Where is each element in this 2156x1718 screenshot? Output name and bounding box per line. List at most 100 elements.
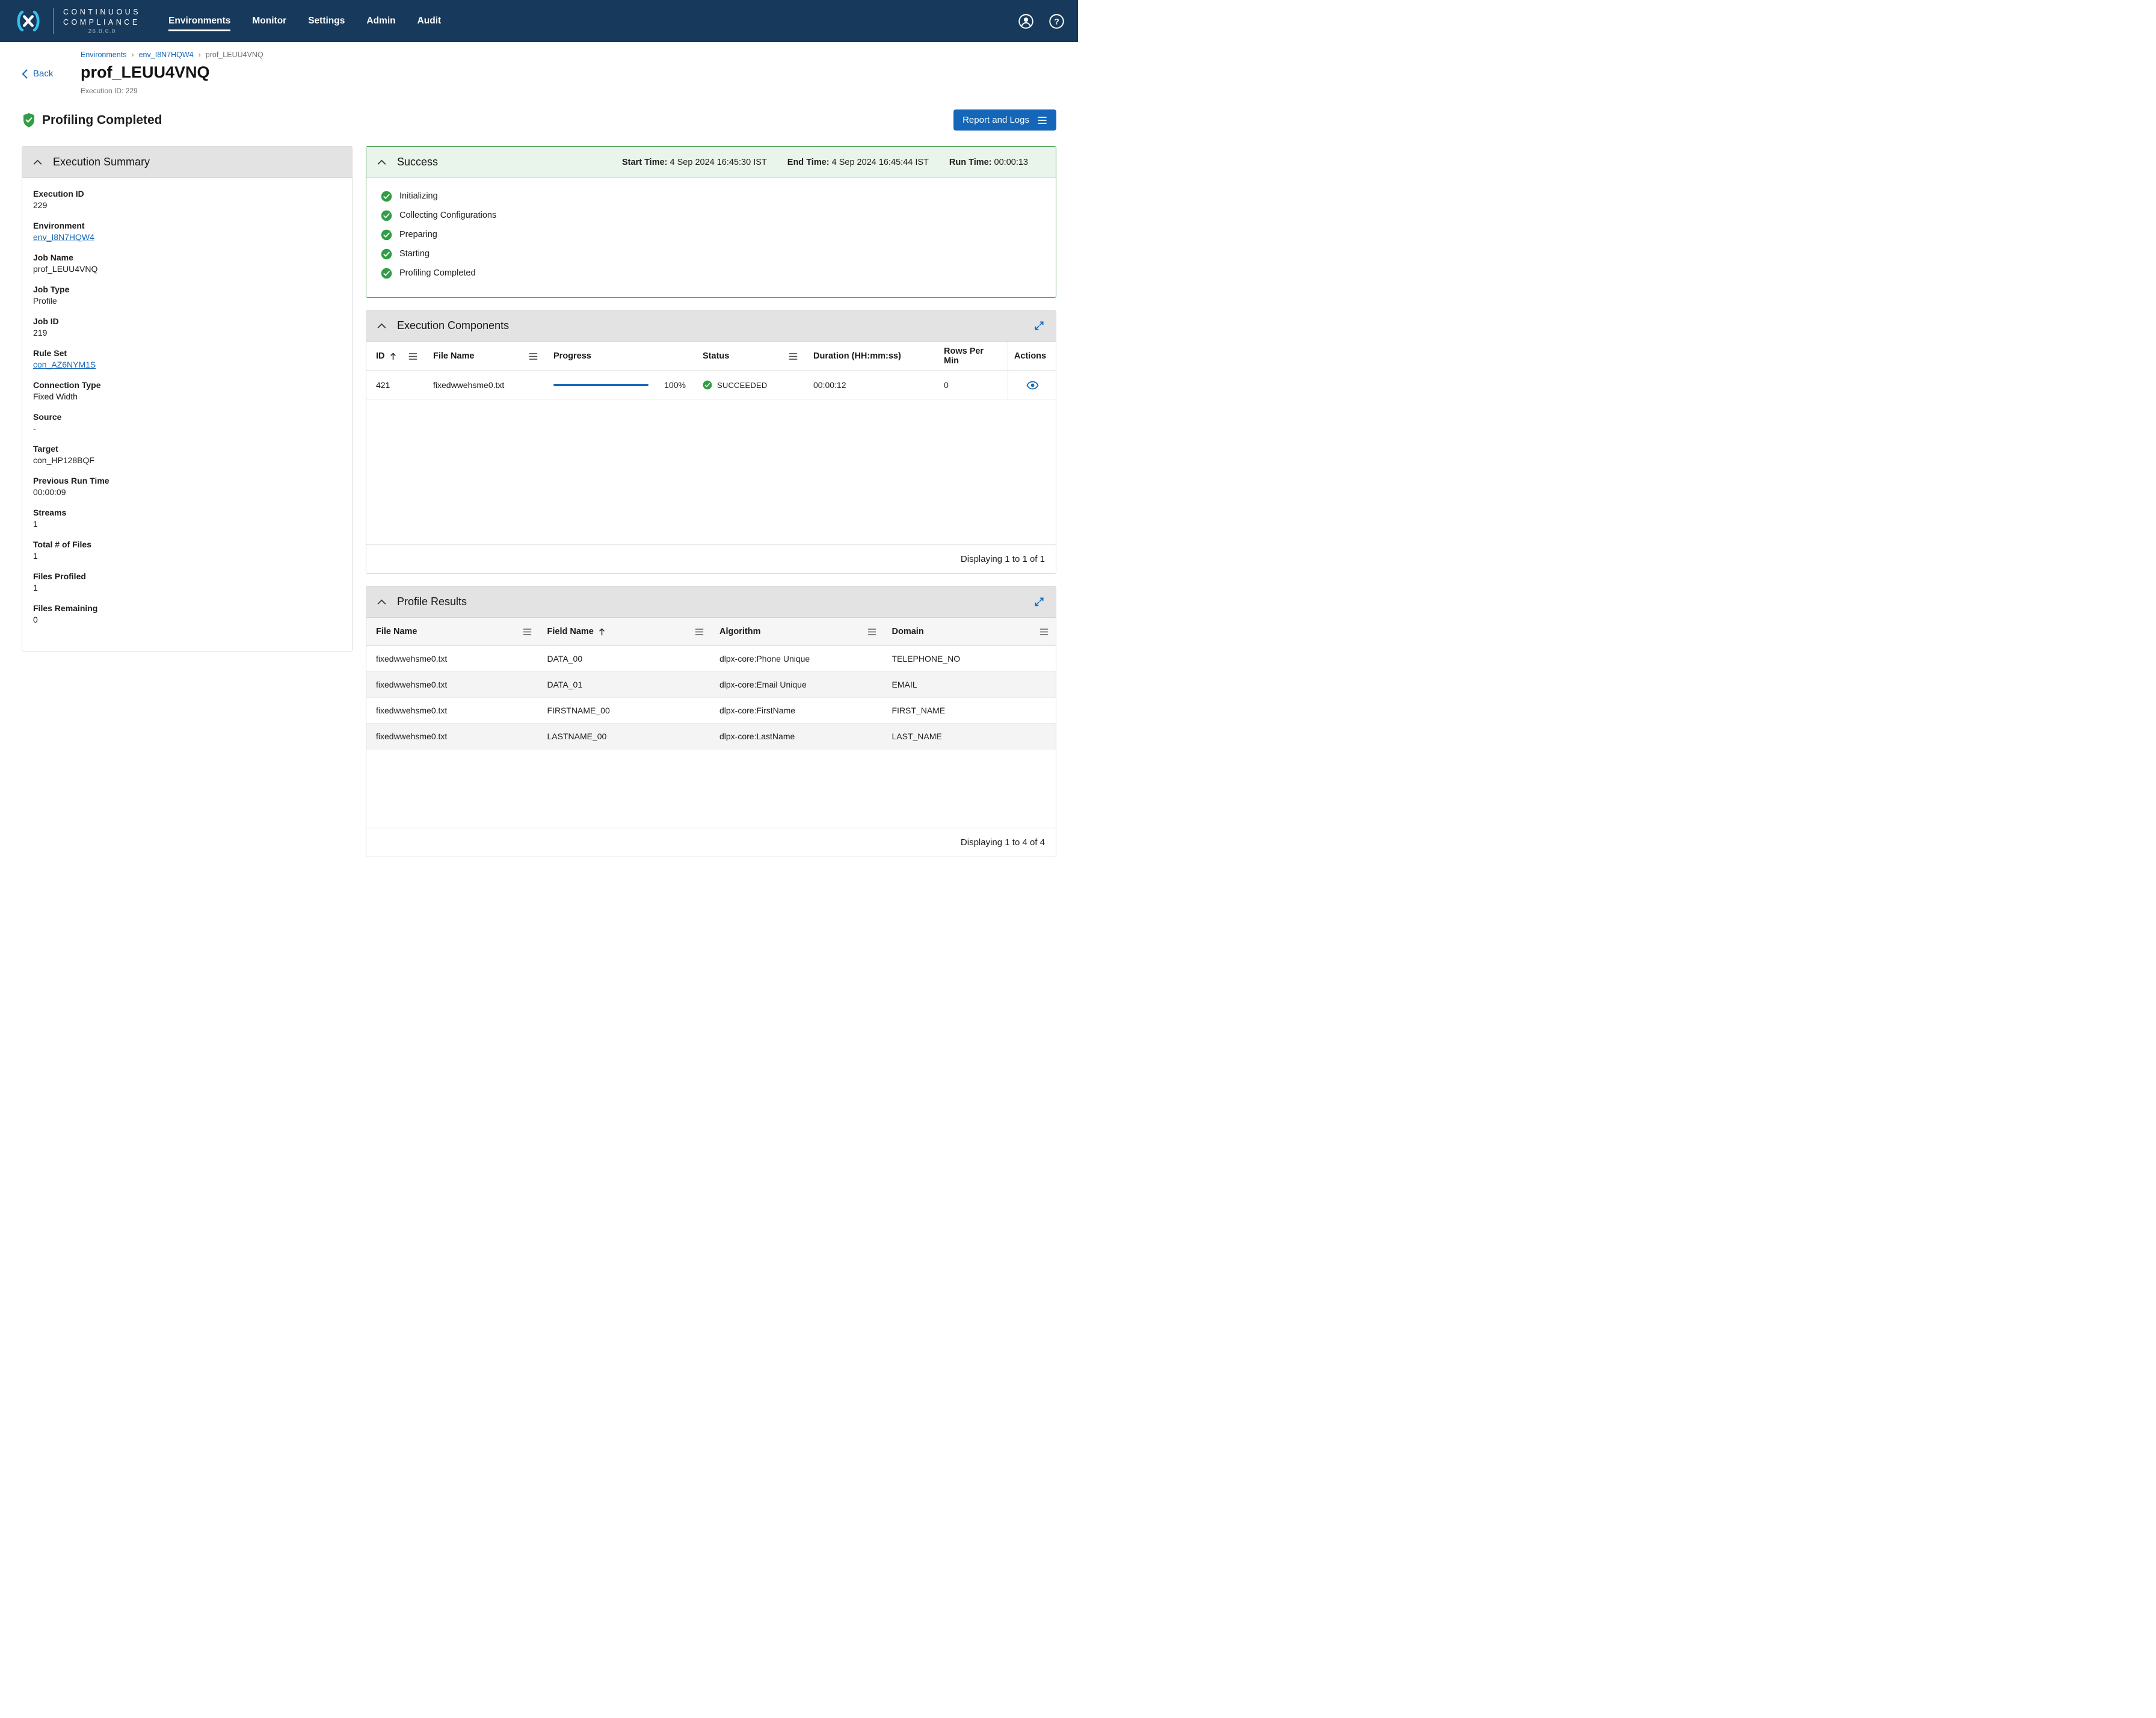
end-time: End Time: 4 Sep 2024 16:45:44 IST (787, 157, 929, 167)
sort-asc-icon[interactable] (599, 627, 605, 636)
column-header[interactable]: Rows Per Min (935, 342, 1008, 371)
expand-icon[interactable] (1033, 596, 1045, 608)
status-row: Profiling Completed Report and Logs (0, 109, 1078, 131)
breadcrumb: › Environments › env_I8N7HQW4 › prof_LEU… (81, 51, 1056, 59)
report-and-logs-button[interactable]: Report and Logs (953, 109, 1056, 131)
cell-algorithm: dlpx-core:Email Unique (719, 680, 807, 689)
column-menu-icon[interactable] (1040, 628, 1049, 636)
sort-asc-icon[interactable] (390, 352, 396, 360)
breadcrumb-link[interactable]: Environments (81, 51, 126, 59)
pagination-status: Displaying 1 to 4 of 4 (366, 828, 1056, 857)
column-header[interactable]: Actions (1008, 342, 1056, 371)
table-row: 421 fixedwwehsme0.txt 100% SUCCEEDED 00:… (366, 371, 1056, 399)
column-menu-icon[interactable] (523, 628, 532, 636)
column-menu-icon[interactable] (695, 628, 704, 636)
back-button[interactable]: Back (22, 69, 53, 79)
status-label: SUCCEEDED (717, 380, 768, 390)
cell-field-name: LASTNAME_00 (547, 731, 607, 741)
menu-icon (1038, 116, 1047, 124)
summary-field: Job ID 219 (33, 316, 341, 337)
brand-line1: CONTINUOUS (63, 8, 141, 17)
column-menu-icon[interactable] (789, 353, 798, 360)
column-header[interactable]: Status (694, 342, 805, 371)
brand-line2: COMPLIANCE (63, 17, 140, 26)
summary-field: Job Name prof_LEUU4VNQ (33, 253, 341, 274)
nav-item[interactable]: Monitor (252, 11, 286, 31)
chevron-up-icon[interactable] (377, 323, 386, 328)
column-header[interactable]: Duration (HH:mm:ss) (805, 342, 935, 371)
column-header[interactable]: Progress (545, 342, 694, 371)
check-circle-icon (703, 380, 712, 390)
expand-icon[interactable] (1033, 320, 1045, 331)
column-menu-icon[interactable] (867, 628, 876, 636)
execution-summary-header[interactable]: Execution Summary (22, 147, 352, 178)
delphix-logo[interactable] (13, 8, 43, 34)
breadcrumb-item: › Environments (81, 51, 126, 59)
execution-id-subtitle: Execution ID: 229 (81, 87, 138, 95)
cell-algorithm: dlpx-core:LastName (719, 731, 795, 741)
progress-bar (553, 384, 648, 386)
execution-components-header[interactable]: Execution Components (366, 310, 1056, 342)
help-icon[interactable]: ? (1049, 13, 1065, 29)
cell-algorithm: dlpx-core:Phone Unique (719, 654, 810, 663)
execution-summary-panel: Execution Summary Execution ID 229 Envir… (22, 146, 353, 651)
profile-results-rows: fixedwwehsme0.txt DATA_00 dlpx-core:Phon… (366, 646, 1056, 828)
execution-summary-body: Execution ID 229 Environment env_I8N7HQW… (22, 178, 352, 651)
column-header[interactable]: Domain (884, 618, 1056, 645)
eye-icon[interactable] (1026, 381, 1039, 390)
breadcrumb-link: prof_LEUU4VNQ (205, 51, 263, 59)
chevron-up-icon[interactable] (377, 599, 386, 605)
breadcrumb-separator: › (198, 51, 201, 59)
column-header[interactable]: File Name (425, 342, 545, 371)
summary-field-value[interactable]: con_AZ6NYM1S (33, 360, 96, 369)
success-header[interactable]: Success Start Time: 4 Sep 2024 16:45:30 … (366, 147, 1056, 178)
table-row: fixedwwehsme0.txt DATA_00 dlpx-core:Phon… (366, 646, 1056, 672)
check-circle-icon (381, 210, 392, 221)
account-icon[interactable] (1018, 13, 1034, 29)
column-menu-icon[interactable] (408, 353, 417, 360)
status-step: Collecting Configurations (366, 206, 1056, 225)
column-header-label: Status (703, 351, 730, 361)
summary-field: Streams 1 (33, 508, 341, 529)
column-header-label: Duration (HH:mm:ss) (813, 351, 901, 361)
summary-field-value: 1 (33, 519, 38, 529)
chevron-up-icon[interactable] (377, 159, 386, 165)
summary-field-value: Fixed Width (33, 392, 78, 401)
profile-results-column-headers: File Name Field Name Algorithm Domain (366, 618, 1056, 646)
summary-field-value: Profile (33, 296, 57, 306)
summary-field-value[interactable]: env_I8N7HQW4 (33, 232, 94, 242)
status-steps: Initializing Collecting Configurations P… (366, 178, 1056, 297)
nav-item[interactable]: Audit (417, 11, 442, 31)
table-row: fixedwwehsme0.txt DATA_01 dlpx-core:Emai… (366, 672, 1056, 698)
column-header-label: File Name (376, 627, 417, 636)
summary-field-label: Target (33, 444, 58, 454)
status-step-label: Preparing (399, 230, 437, 239)
check-circle-icon (381, 248, 392, 260)
column-header[interactable]: File Name (366, 618, 539, 645)
back-label: Back (33, 69, 54, 79)
column-header[interactable]: Algorithm (711, 618, 884, 645)
start-time: Start Time: 4 Sep 2024 16:45:30 IST (622, 157, 767, 167)
breadcrumb-link[interactable]: env_I8N7HQW4 (139, 51, 194, 59)
column-header-label: Algorithm (719, 627, 761, 636)
chevron-up-icon[interactable] (33, 159, 42, 165)
column-header-label: Actions (1014, 351, 1047, 361)
nav-item[interactable]: Settings (308, 11, 345, 31)
column-menu-icon[interactable] (529, 353, 538, 360)
delphix-logo-icon (17, 10, 40, 32)
profile-results-header[interactable]: Profile Results (366, 587, 1056, 618)
nav-item[interactable]: Environments (168, 11, 231, 31)
nav-item[interactable]: Admin (366, 11, 395, 31)
brand-divider (53, 8, 54, 34)
column-header[interactable]: Field Name (539, 618, 712, 645)
table-row: fixedwwehsme0.txt LASTNAME_00 dlpx-core:… (366, 724, 1056, 750)
column-header-label: Rows Per Min (944, 346, 984, 366)
cell-domain: FIRST_NAME (892, 706, 946, 715)
status-step-label: Starting (399, 249, 430, 259)
status-step-label: Initializing (399, 191, 438, 201)
summary-field-label: Streams (33, 508, 67, 517)
cell-duration: 00:00:12 (813, 380, 846, 390)
cell-actions (1008, 371, 1056, 399)
column-header[interactable]: ID (366, 342, 425, 371)
breadcrumb-item: › prof_LEUU4VNQ (199, 51, 263, 59)
